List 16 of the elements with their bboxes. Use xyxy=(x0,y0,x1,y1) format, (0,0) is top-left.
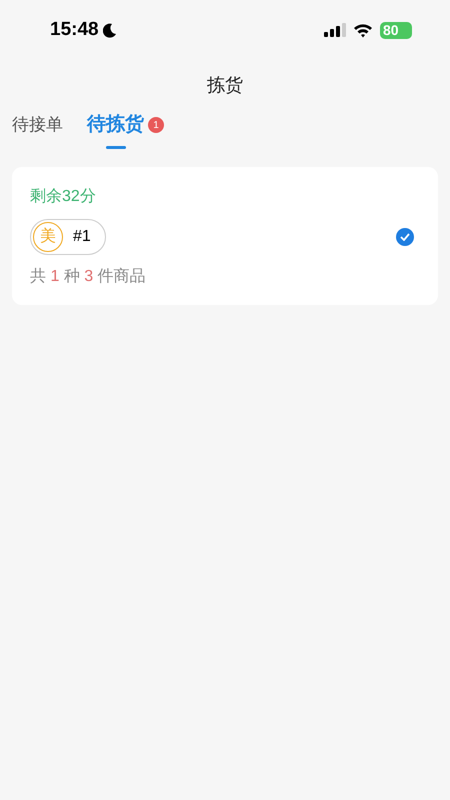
order-number: #1 xyxy=(73,227,91,247)
order-card[interactable]: 剩余32分 美 #1 共 1 种 3 件商品 xyxy=(12,167,438,305)
battery-indicator: 80 xyxy=(380,22,412,38)
wifi-icon xyxy=(353,22,373,38)
signal-icon xyxy=(324,23,346,37)
status-time: 15:48 xyxy=(50,18,99,42)
moon-icon xyxy=(102,22,117,38)
remaining-time: 剩余32分 xyxy=(30,187,97,207)
item-summary: 共 1 种 3 件商品 xyxy=(30,266,147,287)
checkbox[interactable] xyxy=(396,228,414,246)
tab[interactable]: 待接单 xyxy=(12,110,63,149)
tab[interactable]: 待拣货 xyxy=(87,110,144,149)
platform-badge: 美 xyxy=(33,222,63,252)
page-title: 拣货 xyxy=(207,74,243,97)
checkmark-icon xyxy=(400,233,410,241)
count-badge: 1 xyxy=(148,117,164,133)
